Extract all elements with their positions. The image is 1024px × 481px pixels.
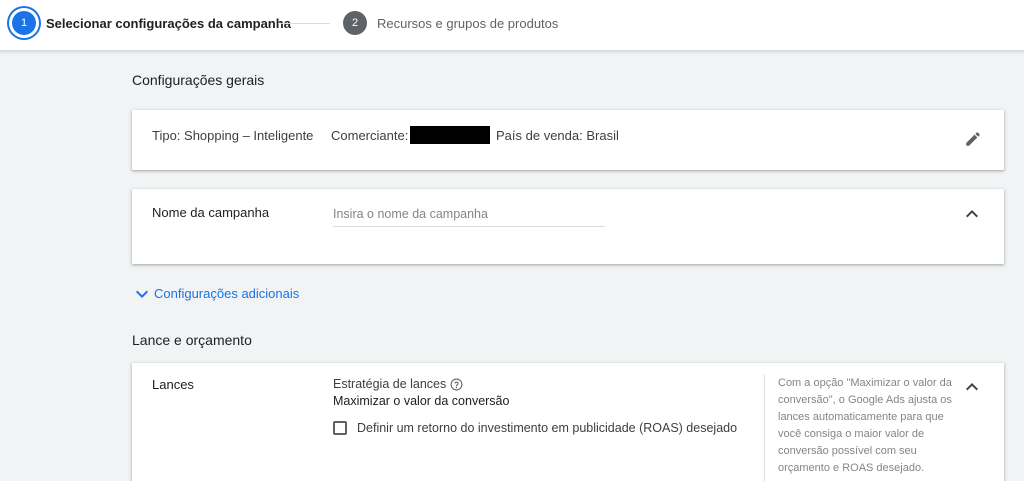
campaign-name-label: Nome da campanha [152,205,270,220]
step-connector [278,23,330,24]
target-roas-label: Definir um retorno do investimento em pu… [357,421,738,435]
step-number-2: 2 [343,11,367,35]
campaign-stepper: 1 Selecionar configurações da campanha 2… [0,0,1024,51]
campaign-name-input[interactable] [333,205,605,227]
bid-strategy-label: Estratégia de lances [333,377,447,391]
general-settings-title: Configurações gerais [132,72,265,88]
bidding-budget-title: Lance e orçamento [132,332,252,348]
campaign-name-card: Nome da campanha [132,189,1004,264]
step-select-settings[interactable]: 1 Selecionar configurações da campanha [12,11,291,35]
pencil-icon[interactable] [964,130,982,148]
chevron-up-icon[interactable] [966,210,978,218]
merchant-label: Comerciante: [331,128,409,143]
help-divider [764,375,765,481]
bidding-help-text: Com a opção "Maximizar o valor da conver… [778,377,952,474]
campaign-type: Tipo: Shopping – Inteligente [152,128,314,143]
general-settings-card: Tipo: Shopping – Inteligente Comerciante… [132,110,1004,170]
target-roas-checkbox[interactable] [333,421,347,435]
additional-settings-toggle[interactable]: Configurações adicionais [136,286,299,301]
step-label-2: Recursos e grupos de produtos [377,15,559,31]
bid-strategy-heading: Estratégia de lances [333,377,463,391]
chevron-up-icon[interactable] [966,383,978,391]
merchant-redacted [410,126,490,144]
sales-country: País de venda: Brasil [496,128,619,143]
target-roas-option[interactable]: Definir um retorno do investimento em pu… [333,421,737,435]
bidding-label: Lances [152,377,194,392]
help-icon[interactable] [450,378,463,391]
step-label-1: Selecionar configurações da campanha [46,15,291,31]
step-number-1: 1 [12,11,36,35]
bid-strategy-value: Maximizar o valor da conversão [333,394,510,408]
additional-settings-label: Configurações adicionais [154,286,300,301]
chevron-down-icon [136,290,148,298]
bidding-card: Lances Estratégia de lances Maximizar o … [132,363,1004,481]
step-resources-products[interactable]: 2 Recursos e grupos de produtos [343,11,558,35]
